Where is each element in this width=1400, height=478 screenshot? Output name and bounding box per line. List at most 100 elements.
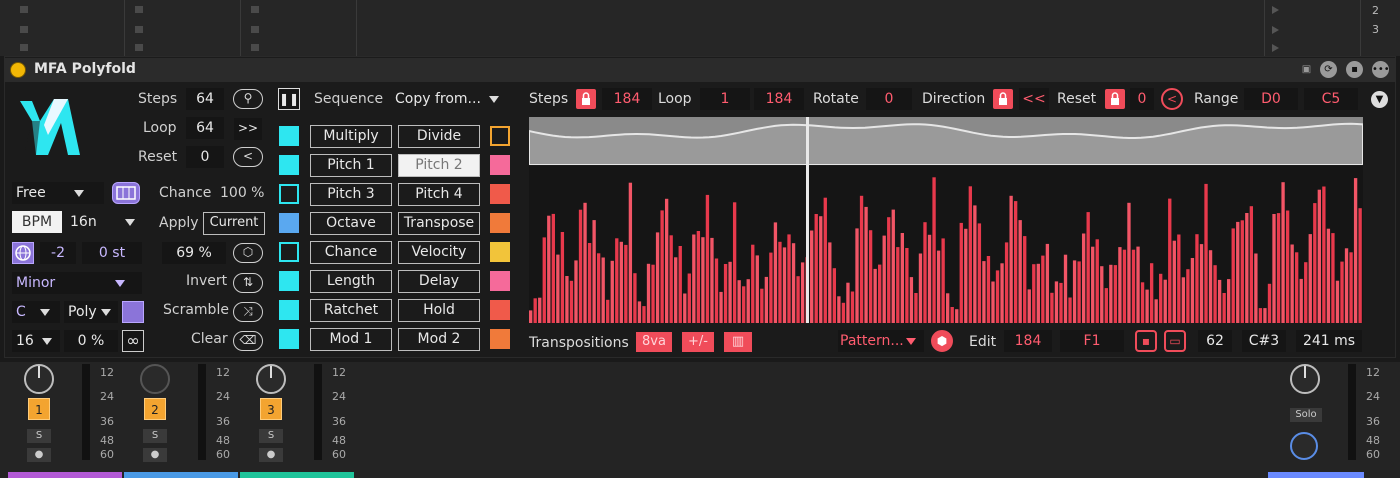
step-bar[interactable] xyxy=(1059,282,1063,323)
step-bar[interactable] xyxy=(1313,203,1317,323)
step-bar[interactable] xyxy=(1227,279,1231,323)
step-bar[interactable] xyxy=(624,244,628,323)
step-bar[interactable] xyxy=(719,291,723,323)
step-bar[interactable] xyxy=(850,291,855,324)
step-bar[interactable] xyxy=(1186,269,1190,323)
step-bar[interactable] xyxy=(1290,244,1294,324)
mode-button-delay[interactable]: Delay xyxy=(398,270,480,293)
globe-icon[interactable] xyxy=(12,242,34,264)
step-bar[interactable] xyxy=(1231,228,1235,323)
step-bar[interactable] xyxy=(655,232,660,323)
infinity-icon[interactable]: ∞ xyxy=(122,330,144,352)
track-activator-2[interactable]: 2 xyxy=(144,398,166,420)
arm-icon[interactable]: ● xyxy=(259,448,283,462)
apply-current-button[interactable]: Current xyxy=(203,212,265,235)
step-bar[interactable] xyxy=(1177,234,1181,324)
step-bar[interactable] xyxy=(669,235,673,323)
step-bar[interactable] xyxy=(551,213,555,323)
clip-stop-icon[interactable] xyxy=(135,44,143,51)
step-bar[interactable] xyxy=(773,222,778,323)
step-bar[interactable] xyxy=(1113,265,1118,323)
step-bar[interactable] xyxy=(800,262,805,323)
mode-button-hold[interactable]: Hold xyxy=(398,299,480,322)
edit-step-number[interactable]: 184 xyxy=(1004,330,1052,352)
keyboard-icon[interactable] xyxy=(112,182,140,204)
mode-button-velocity[interactable]: Velocity xyxy=(398,241,480,264)
range-high[interactable]: C5 xyxy=(1304,88,1358,110)
step-bar[interactable] xyxy=(696,231,701,323)
step-bar[interactable] xyxy=(1353,178,1358,323)
step-bar[interactable] xyxy=(1127,202,1131,323)
mode-button-pitch-3[interactable]: Pitch 3 xyxy=(310,183,392,206)
step-bar[interactable] xyxy=(1190,258,1195,323)
step-bar[interactable] xyxy=(628,182,633,323)
step-bar[interactable] xyxy=(1267,283,1272,323)
dice-icon[interactable]: ⬢ xyxy=(931,330,953,352)
step-bar[interactable] xyxy=(891,209,895,323)
step-bar[interactable] xyxy=(1204,183,1208,323)
step-bar[interactable] xyxy=(991,281,995,324)
step-bar[interactable] xyxy=(637,301,642,323)
step-bar[interactable] xyxy=(977,223,982,323)
modulation-envelope[interactable] xyxy=(528,117,1364,166)
step-bar[interactable] xyxy=(574,260,578,323)
step-bar[interactable] xyxy=(973,205,977,323)
dice-icon[interactable] xyxy=(122,301,144,323)
step-bar[interactable] xyxy=(968,186,972,323)
step-bar[interactable] xyxy=(1240,220,1244,323)
step-bar[interactable] xyxy=(1154,299,1158,323)
step-bar[interactable] xyxy=(1254,253,1258,324)
arm-icon[interactable]: ● xyxy=(27,448,51,462)
reset-back-button[interactable]: < xyxy=(233,147,263,167)
step-bar[interactable] xyxy=(1041,255,1045,323)
octave-transpose[interactable]: -2 xyxy=(40,242,76,264)
step-bar[interactable] xyxy=(1195,234,1199,323)
count-dropdown[interactable]: 16 xyxy=(12,330,60,352)
step-bar[interactable] xyxy=(837,296,841,323)
octave-up-button[interactable]: 8va xyxy=(636,332,672,352)
mode-button-octave[interactable]: Octave xyxy=(310,212,392,235)
randomize-icon[interactable]: ⬡ xyxy=(233,243,263,263)
step-bar[interactable] xyxy=(946,293,950,323)
step-bar[interactable] xyxy=(796,276,800,323)
eraser-icon[interactable]: ⌫ xyxy=(233,331,263,351)
step-bar[interactable] xyxy=(1032,264,1036,323)
step-bar[interactable] xyxy=(1358,208,1362,323)
step-bar[interactable] xyxy=(1131,249,1136,323)
loop-number[interactable]: 64 xyxy=(186,117,224,139)
step-bar[interactable] xyxy=(556,254,560,323)
keyboard-icon[interactable]: ▥ xyxy=(724,332,752,352)
step-bar[interactable] xyxy=(1322,186,1326,324)
step-bar[interactable] xyxy=(878,264,882,323)
step-bar[interactable] xyxy=(1063,254,1068,323)
step-bar[interactable] xyxy=(1109,264,1113,323)
step-bar[interactable] xyxy=(823,197,827,323)
rate-dropdown[interactable]: 16n xyxy=(66,211,142,233)
step-bar[interactable] xyxy=(596,253,601,323)
step-bar[interactable] xyxy=(660,210,664,323)
shuffle-icon[interactable]: ⤨ xyxy=(233,302,263,322)
step-bar[interactable] xyxy=(905,248,909,323)
step-bar[interactable] xyxy=(1159,273,1163,323)
step-bar[interactable] xyxy=(932,177,936,323)
send-knob[interactable] xyxy=(256,364,286,394)
scene-launch-icon[interactable] xyxy=(1272,26,1279,34)
lock-icon[interactable] xyxy=(993,89,1013,109)
step-bar[interactable] xyxy=(1295,252,1299,323)
step-bar[interactable] xyxy=(1258,308,1263,323)
step-bar[interactable] xyxy=(864,206,868,323)
step-bar[interactable] xyxy=(529,310,533,323)
pattern-dropdown[interactable]: Pattern... xyxy=(838,330,924,352)
plus-minus-button[interactable]: +/- xyxy=(682,332,714,352)
mode-button-length[interactable]: Length xyxy=(310,270,392,293)
step-bar[interactable] xyxy=(828,242,832,323)
step-bar[interactable] xyxy=(918,253,923,324)
solo-button[interactable]: S xyxy=(259,429,283,443)
master-solo-button[interactable]: Solo xyxy=(1290,408,1322,422)
percent-number[interactable]: 0 % xyxy=(64,330,118,352)
mode-button-pitch-2[interactable]: Pitch 2 xyxy=(398,154,480,177)
step-bar[interactable] xyxy=(714,258,719,324)
step-bar[interactable] xyxy=(1317,189,1321,323)
save-icon[interactable]: ▪ xyxy=(1135,330,1157,352)
lock-icon[interactable] xyxy=(1105,89,1125,109)
